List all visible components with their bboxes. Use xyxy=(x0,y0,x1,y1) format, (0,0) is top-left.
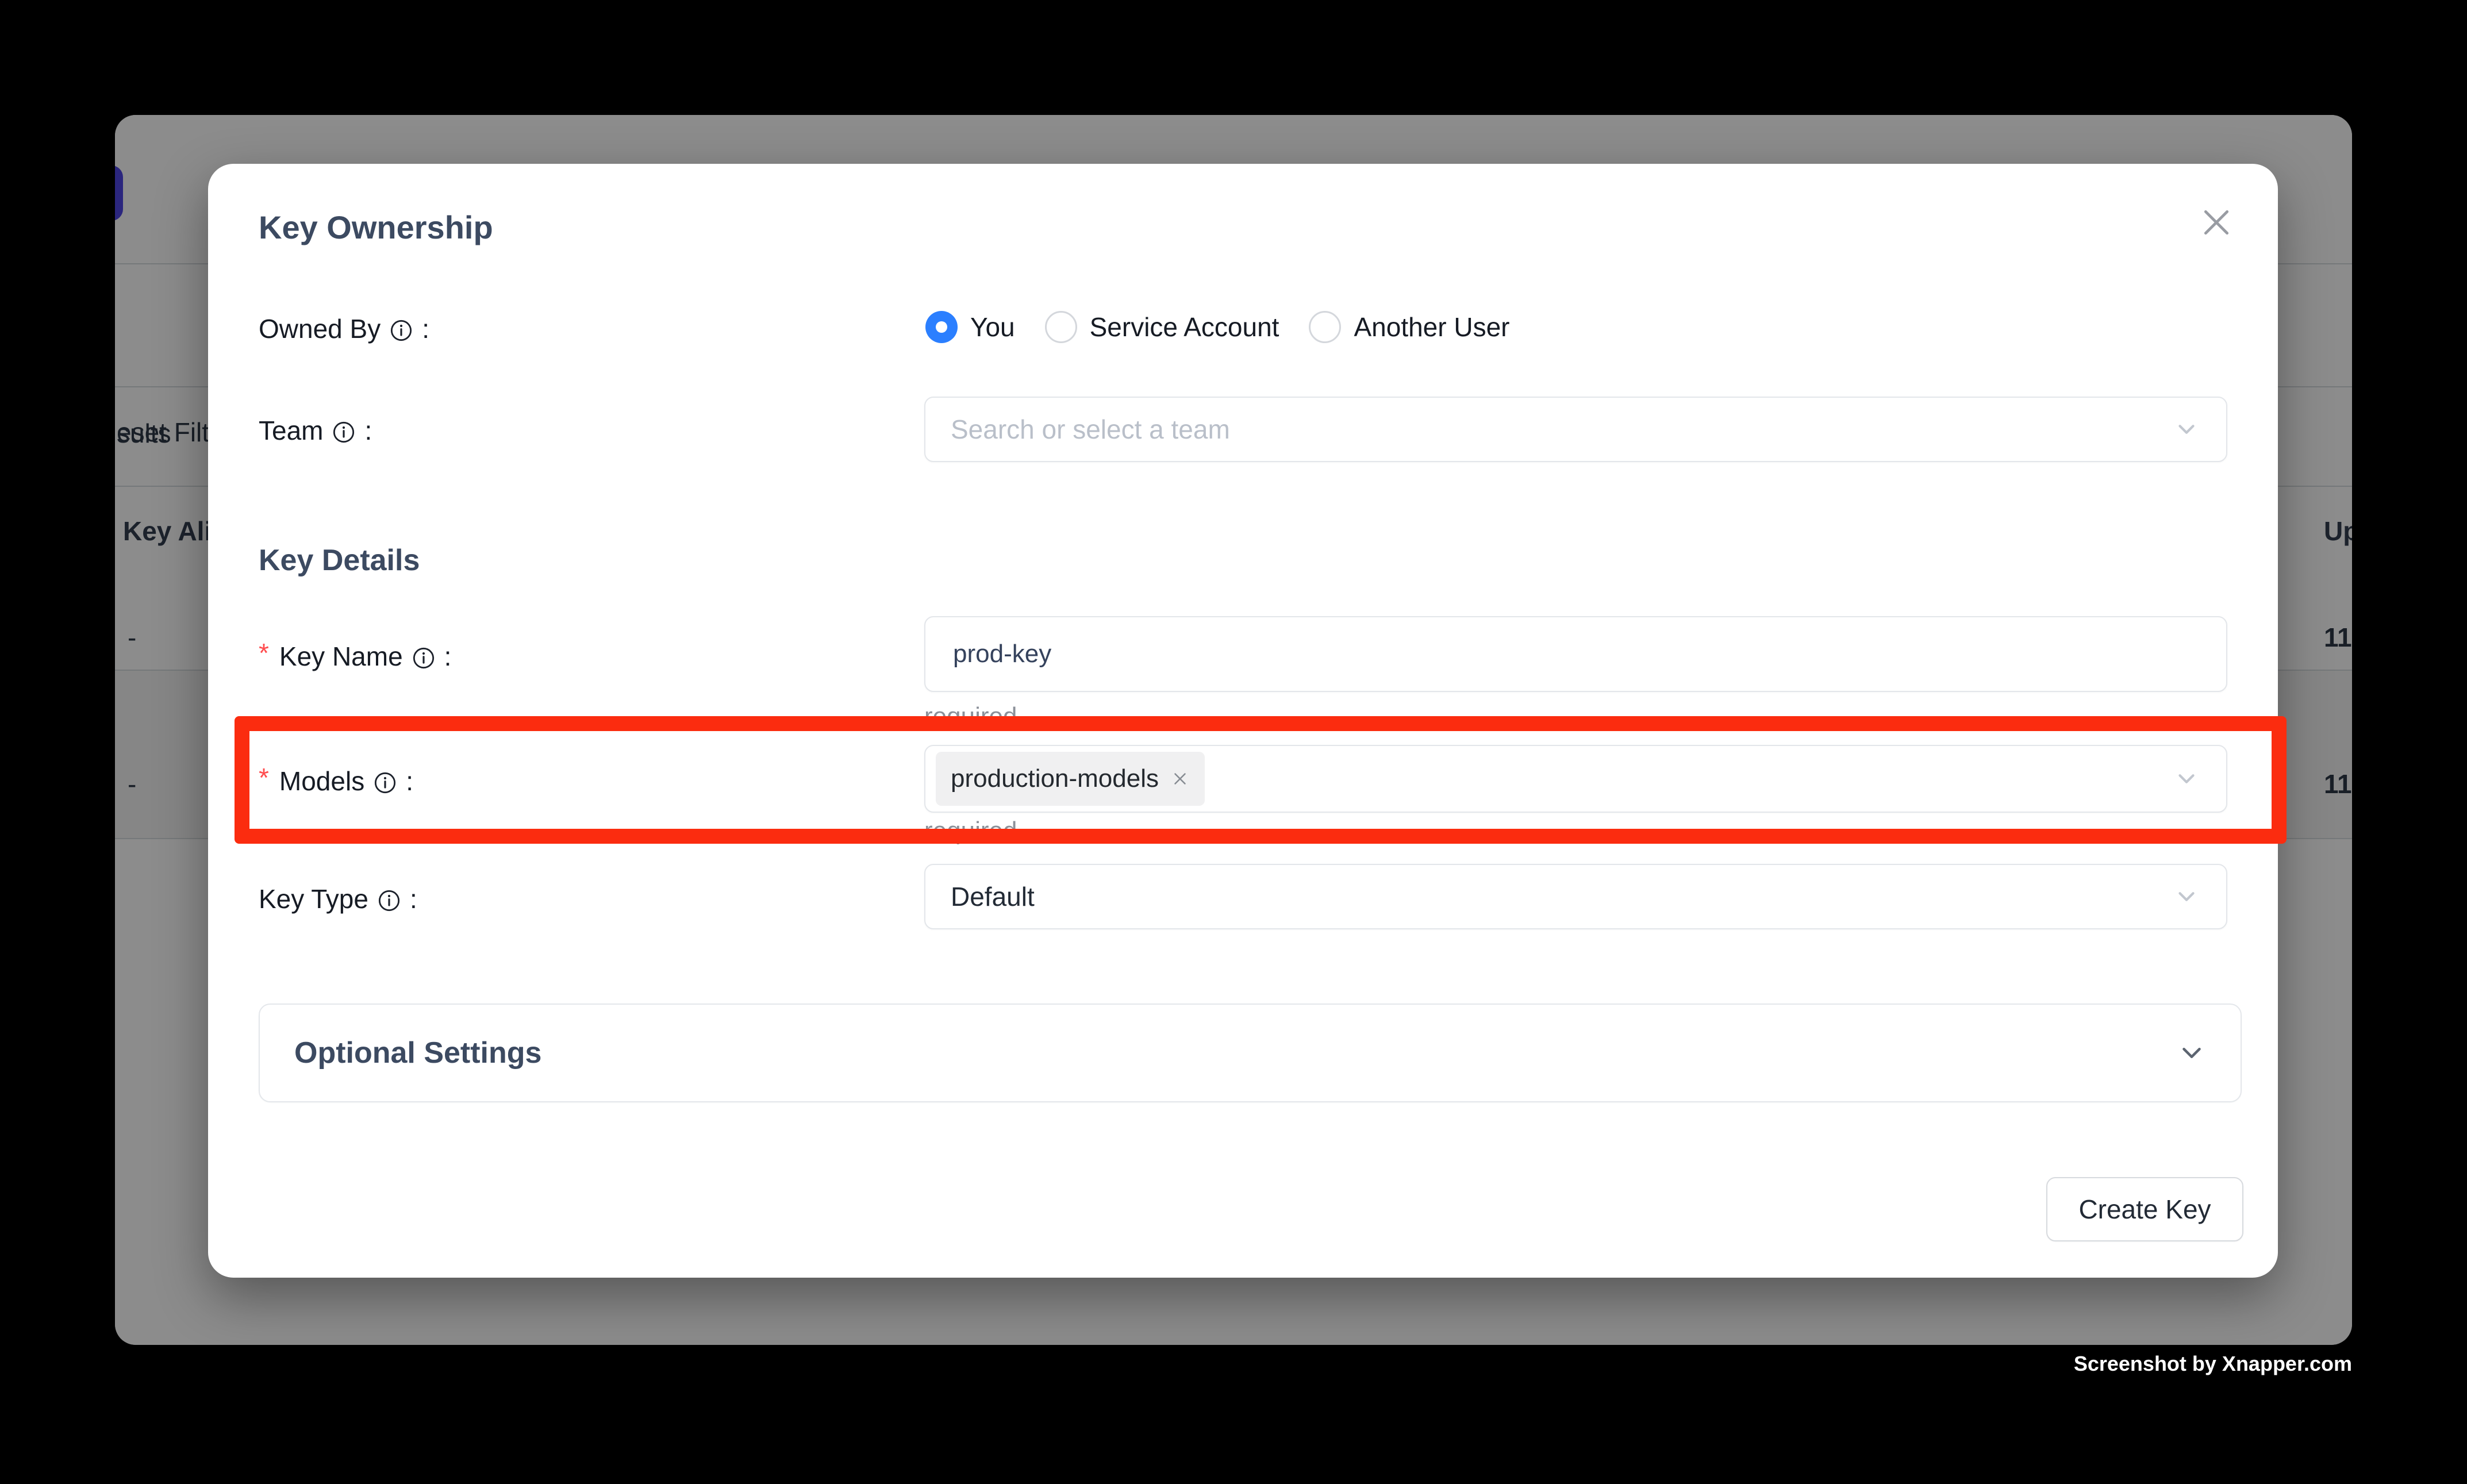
create-key-button-label: Create Key xyxy=(2078,1194,2211,1225)
close-icon[interactable] xyxy=(2198,204,2235,241)
radio-label: You xyxy=(970,312,1015,343)
owned-by-radio-group: You Service Account Another User xyxy=(925,311,1509,343)
radio-option-you[interactable]: You xyxy=(925,311,1015,343)
info-icon[interactable] xyxy=(412,645,435,668)
radio-option-another-user[interactable]: Another User xyxy=(1309,311,1509,343)
key-type-select[interactable]: Default xyxy=(924,864,2227,929)
optional-settings-accordion[interactable]: Optional Settings xyxy=(259,1004,2242,1102)
team-select-placeholder: Search or select a team xyxy=(925,414,1230,445)
key-type-label-text: Key Type xyxy=(259,883,368,914)
label-colon: : xyxy=(406,766,413,797)
optional-settings-title: Optional Settings xyxy=(294,1036,541,1070)
required-asterisk: * xyxy=(259,762,269,793)
chevron-down-icon xyxy=(2176,1037,2207,1068)
key-name-label: * Key Name : xyxy=(259,641,451,672)
owned-by-label: Owned By : xyxy=(259,313,429,344)
chevron-down-icon xyxy=(2173,416,2200,443)
key-name-required-hint: required xyxy=(924,702,1017,731)
info-icon[interactable] xyxy=(374,770,397,793)
watermark-text: Screenshot by Xnapper.com xyxy=(2074,1352,2352,1376)
key-type-value: Default xyxy=(925,881,1035,912)
label-colon: : xyxy=(364,415,372,446)
key-details-title: Key Details xyxy=(259,543,420,578)
required-asterisk: * xyxy=(259,637,269,668)
create-key-button[interactable]: Create Key xyxy=(2046,1177,2243,1241)
screenshot-stage: eset Filt sults Key Alia Up - 11/ - 11/ … xyxy=(0,0,2467,1484)
radio-selected-icon[interactable] xyxy=(925,311,958,343)
radio-label: Another User xyxy=(1354,312,1509,343)
team-label: Team : xyxy=(259,415,372,446)
chevron-down-icon xyxy=(2173,883,2200,910)
label-colon: : xyxy=(422,313,429,344)
owned-by-label-text: Owned By xyxy=(259,313,381,344)
selected-model-tag-label: production-models xyxy=(951,764,1159,793)
models-required-hint: required xyxy=(924,817,1017,845)
models-label-text: Models xyxy=(279,766,364,797)
info-icon[interactable] xyxy=(332,419,355,442)
label-colon: : xyxy=(410,883,417,914)
key-name-label-text: Key Name xyxy=(279,641,403,672)
key-name-value: prod-key xyxy=(925,640,1051,668)
info-icon[interactable] xyxy=(390,317,413,340)
radio-unselected-icon[interactable] xyxy=(1309,311,1341,343)
modal-title: Key Ownership xyxy=(259,209,493,246)
team-select[interactable]: Search or select a team xyxy=(924,397,2227,462)
radio-unselected-icon[interactable] xyxy=(1045,311,1077,343)
team-label-text: Team xyxy=(259,415,323,446)
info-icon[interactable] xyxy=(378,887,401,910)
key-type-label: Key Type : xyxy=(259,883,417,914)
models-label: * Models : xyxy=(259,766,413,797)
create-key-modal: Key Ownership Owned By : You Service Acc… xyxy=(208,164,2278,1278)
label-colon: : xyxy=(444,641,452,672)
models-select[interactable]: production-models xyxy=(924,745,2227,813)
chevron-down-icon xyxy=(2173,766,2200,792)
radio-label: Service Account xyxy=(1090,312,1279,343)
key-name-input[interactable]: prod-key xyxy=(924,616,2227,692)
selected-model-tag: production-models xyxy=(936,752,1205,806)
radio-option-service-account[interactable]: Service Account xyxy=(1045,311,1279,343)
tag-remove-icon[interactable] xyxy=(1170,769,1190,789)
